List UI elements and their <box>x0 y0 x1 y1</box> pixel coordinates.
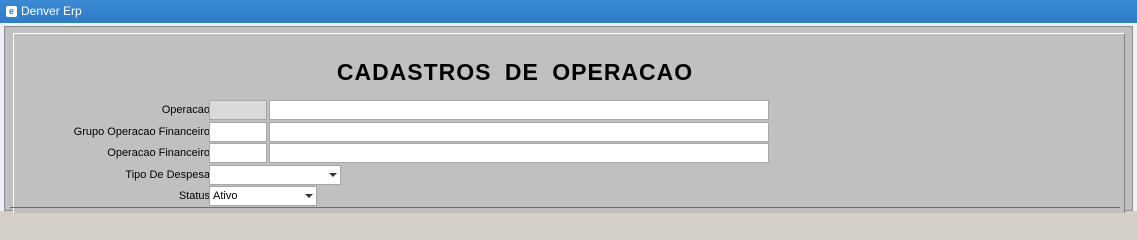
operacao-label: Operacao <box>161 104 210 116</box>
grupo-operacao-financeiro-code-field[interactable] <box>209 122 267 142</box>
grupo-operacao-financeiro-description-field[interactable] <box>269 122 769 142</box>
status-select[interactable]: Ativo <box>209 186 317 206</box>
chevron-down-icon[interactable] <box>329 173 337 177</box>
status-value: Ativo <box>213 190 238 202</box>
divider <box>10 207 1120 208</box>
status-label: Status <box>178 190 210 202</box>
chevron-down-icon[interactable] <box>305 194 313 198</box>
window-frame: CADASTROS DE OPERACAO Operacao Grupo Ope… <box>0 23 1137 213</box>
grupo-operacao-financeiro-label: Grupo Operacao Financeiro <box>73 126 210 138</box>
title-bar: e Denver Erp <box>0 0 1137 24</box>
tipo-de-despesa-label: Tipo De Despesa <box>125 169 210 181</box>
operacao-financeiro-description-field[interactable] <box>269 143 769 163</box>
window-title: Denver Erp <box>21 4 82 18</box>
operacao-code-field <box>209 100 267 120</box>
form-area: CADASTROS DE OPERACAO Operacao Grupo Ope… <box>13 33 1125 213</box>
form-panel: CADASTROS DE OPERACAO Operacao Grupo Ope… <box>4 26 1133 213</box>
operacao-financeiro-label: Operacao Financeiro <box>107 147 210 159</box>
app-icon: e <box>6 6 17 17</box>
page-title: CADASTROS DE OPERACAO <box>336 59 694 85</box>
operacao-description-field[interactable] <box>269 100 769 120</box>
operacao-financeiro-code-field[interactable] <box>209 143 267 163</box>
tipo-de-despesa-select[interactable] <box>209 165 341 185</box>
